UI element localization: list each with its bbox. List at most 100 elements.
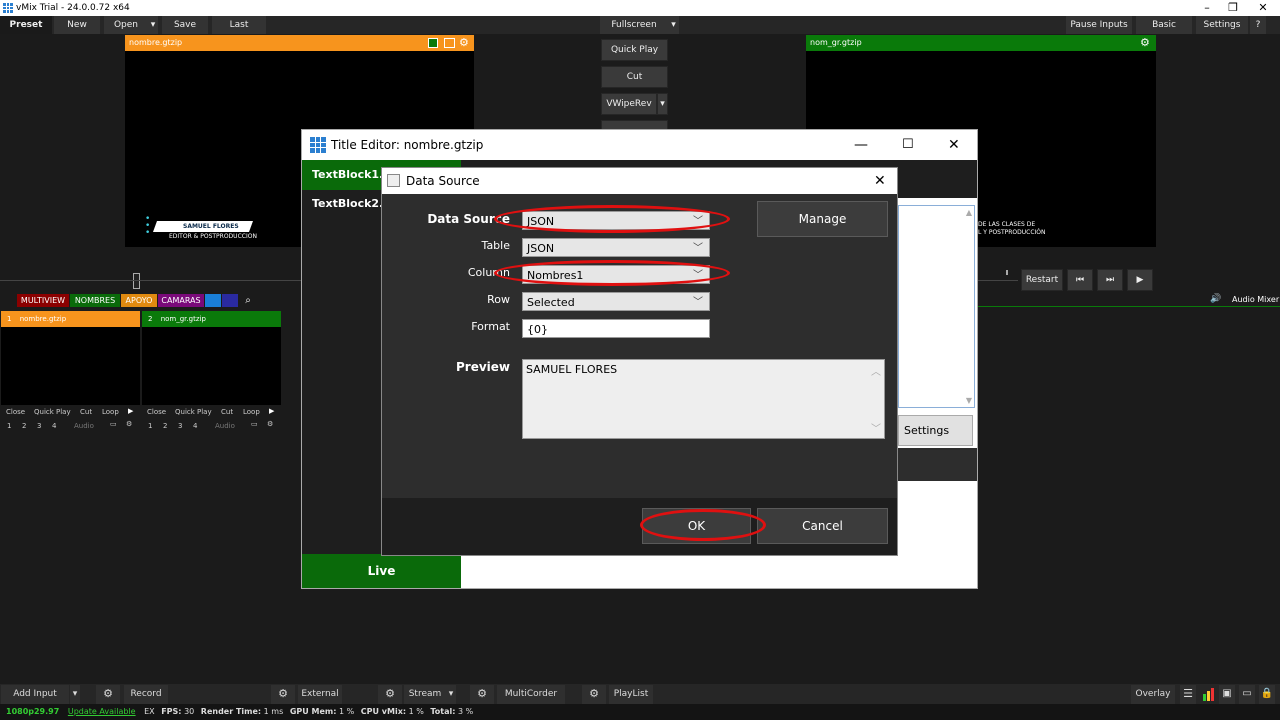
- multicorder-button[interactable]: MultiCorder: [497, 685, 565, 704]
- input-1-thumbnail[interactable]: [1, 327, 140, 405]
- close-button[interactable]: ✕: [948, 130, 960, 160]
- forward-icon[interactable]: ⏭: [1097, 269, 1123, 291]
- text-edit-box[interactable]: ▲ ▼: [898, 205, 975, 408]
- edit-icon[interactable]: [444, 38, 455, 48]
- input-2-loop[interactable]: Loop: [243, 408, 260, 416]
- input-2-layer-3[interactable]: 3: [178, 422, 182, 430]
- input-2-audio[interactable]: Audio: [215, 422, 235, 430]
- column-select[interactable]: Nombres1 ﹀: [522, 265, 710, 284]
- scroll-up-icon[interactable]: ︿: [871, 363, 881, 378]
- fullscreen-button[interactable]: Fullscreen: [600, 16, 668, 34]
- tab-blue[interactable]: [205, 294, 221, 307]
- manage-button[interactable]: Manage: [757, 201, 888, 237]
- input-2-layer-1[interactable]: 1: [148, 422, 152, 430]
- external-button[interactable]: External: [298, 685, 342, 704]
- fullscreen-dropdown-button[interactable]: ▾: [668, 16, 679, 34]
- input-1-cut[interactable]: Cut: [80, 408, 92, 416]
- input-2-layer-2[interactable]: 2: [163, 422, 167, 430]
- tab-apoyo[interactable]: APOYO: [121, 294, 157, 307]
- open-dropdown-button[interactable]: ▾: [148, 16, 158, 34]
- audio-meter-icon[interactable]: [1201, 688, 1215, 701]
- gear-icon[interactable]: ⚙: [470, 685, 494, 704]
- pause-inputs-button[interactable]: Pause Inputs: [1066, 16, 1132, 34]
- record-button[interactable]: Record: [124, 685, 168, 704]
- data-source-select[interactable]: JSON ﹀: [522, 211, 710, 230]
- maximize-button[interactable]: ❐: [1218, 0, 1248, 16]
- color-icon[interactable]: [428, 38, 438, 48]
- last-button[interactable]: Last: [212, 16, 266, 34]
- monitor-icon[interactable]: ▭: [110, 420, 117, 428]
- close-button[interactable]: ✕: [1248, 0, 1278, 16]
- open-button[interactable]: Open: [104, 16, 148, 34]
- input-1-loop[interactable]: Loop: [102, 408, 119, 416]
- gear-icon[interactable]: ⚙: [271, 685, 295, 704]
- wipe-transition-button[interactable]: VWipeRev: [601, 93, 657, 115]
- input-1-layer-4[interactable]: 4: [52, 422, 56, 430]
- play-icon[interactable]: ▶: [1127, 269, 1153, 291]
- table-select[interactable]: JSON ﹀: [522, 238, 710, 257]
- lock-icon[interactable]: 🔒: [1259, 685, 1275, 704]
- search-icon[interactable]: ⌕: [241, 294, 255, 307]
- input-1-audio[interactable]: Audio: [74, 422, 94, 430]
- gear-icon[interactable]: ⚙: [459, 35, 469, 51]
- gear-icon[interactable]: ⚙: [582, 685, 606, 704]
- gear-icon[interactable]: ⚙: [1140, 35, 1150, 51]
- monitor-icon[interactable]: ▭: [251, 420, 258, 428]
- display-icon[interactable]: ▭: [1239, 685, 1255, 704]
- gear-icon[interactable]: ⚙: [267, 420, 273, 428]
- preset-button[interactable]: Preset: [0, 16, 52, 34]
- input-1-layer-2[interactable]: 2: [22, 422, 26, 430]
- scroll-down-icon[interactable]: ▼: [966, 396, 972, 405]
- restart-button[interactable]: Restart: [1021, 269, 1063, 291]
- playlist-button[interactable]: PlayList: [609, 685, 653, 704]
- input-1-layer-3[interactable]: 3: [37, 422, 41, 430]
- new-button[interactable]: New: [54, 16, 100, 34]
- seek-handle[interactable]: [1006, 270, 1008, 275]
- input-2-play-icon[interactable]: ▶: [269, 407, 274, 415]
- update-link[interactable]: Update Available: [68, 707, 136, 716]
- scroll-up-icon[interactable]: ▲: [966, 208, 972, 217]
- help-button[interactable]: ?: [1250, 16, 1266, 34]
- format-input[interactable]: {0}: [522, 319, 710, 338]
- tab-nombres[interactable]: NOMBRES: [70, 294, 120, 307]
- row-select[interactable]: Selected ﹀: [522, 292, 710, 311]
- quick-play-button[interactable]: Quick Play: [601, 39, 668, 61]
- gear-icon[interactable]: ⚙: [126, 420, 132, 428]
- input-1-header[interactable]: 1 nombre.gtzip: [1, 311, 140, 327]
- cancel-button[interactable]: Cancel: [757, 508, 888, 544]
- input-1-play-icon[interactable]: ▶: [128, 407, 133, 415]
- gear-icon[interactable]: ⚙: [96, 685, 120, 704]
- menu-icon[interactable]: ☰: [1180, 685, 1196, 704]
- minimize-button[interactable]: —: [854, 130, 868, 160]
- input-2-quick-play[interactable]: Quick Play: [175, 408, 212, 416]
- tab-multiview[interactable]: MULTIVIEW: [17, 294, 69, 307]
- t-bar-handle[interactable]: [133, 273, 140, 289]
- settings-button[interactable]: Settings: [1196, 16, 1248, 34]
- overlay-button[interactable]: Overlay: [1131, 685, 1175, 704]
- rewind-icon[interactable]: ⏮: [1067, 269, 1093, 291]
- basic-button[interactable]: Basic: [1136, 16, 1192, 34]
- image-icon[interactable]: ▣: [1219, 685, 1235, 704]
- gear-icon[interactable]: ⚙: [378, 685, 402, 704]
- close-button[interactable]: ✕: [874, 168, 886, 194]
- input-2-layer-4[interactable]: 4: [193, 422, 197, 430]
- input-2-thumbnail[interactable]: [142, 327, 281, 405]
- video-format[interactable]: 1080p29.97: [6, 707, 59, 716]
- input-2-cut[interactable]: Cut: [221, 408, 233, 416]
- ok-button[interactable]: OK: [642, 508, 751, 544]
- input-2-close[interactable]: Close: [147, 408, 166, 416]
- stream-button[interactable]: Stream: [404, 685, 446, 704]
- input-1-quick-play[interactable]: Quick Play: [34, 408, 71, 416]
- tab-navy[interactable]: [222, 294, 238, 307]
- wipe-dropdown-button[interactable]: ▾: [657, 93, 668, 115]
- input-2-header[interactable]: 2 nom_gr.gtzip: [142, 311, 281, 327]
- add-input-button[interactable]: Add Input: [1, 685, 69, 704]
- scroll-down-icon[interactable]: ﹀: [871, 420, 881, 435]
- add-input-dropdown[interactable]: ▾: [70, 685, 80, 704]
- cut-button[interactable]: Cut: [601, 66, 668, 88]
- stream-dropdown[interactable]: ▾: [446, 685, 456, 704]
- live-button[interactable]: Live: [302, 554, 461, 588]
- settings-button[interactable]: Settings: [898, 415, 973, 446]
- maximize-button[interactable]: ☐: [902, 130, 914, 160]
- input-1-close[interactable]: Close: [6, 408, 25, 416]
